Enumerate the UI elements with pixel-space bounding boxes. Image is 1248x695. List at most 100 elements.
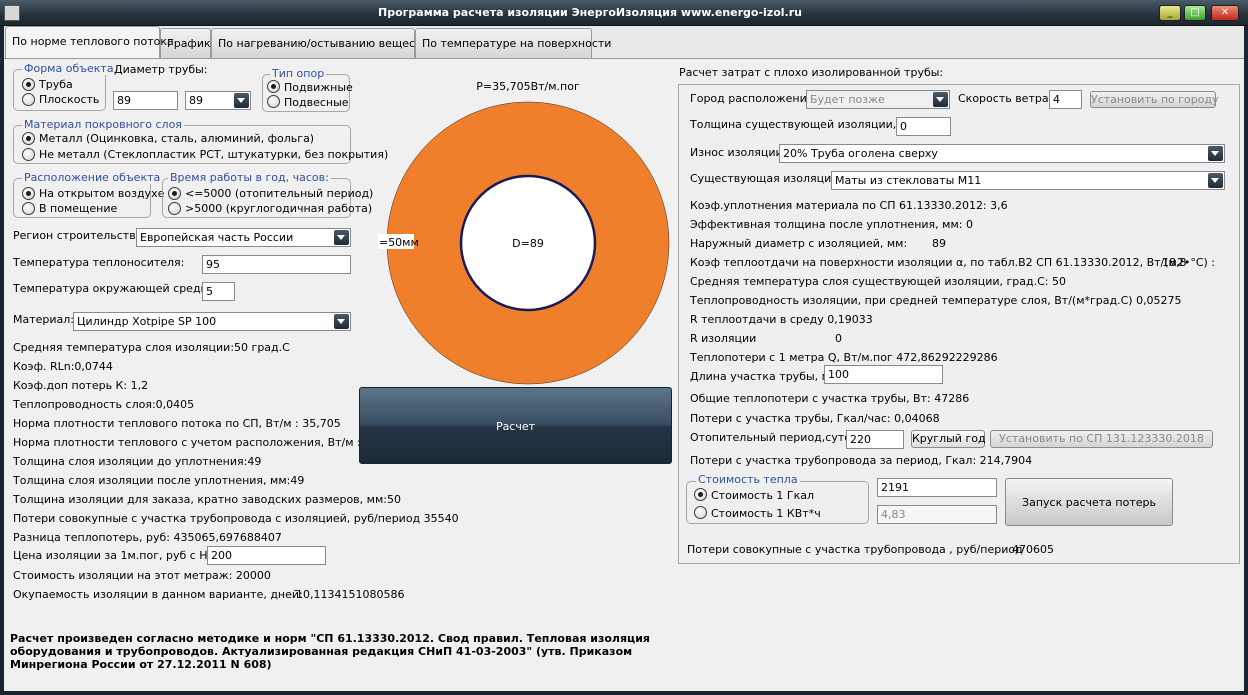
set-by-city-button[interactable]: Установить по городу [1090,91,1219,108]
payback-value: 10,1134151080586 [296,588,405,601]
maximize-button[interactable]: □ [1184,5,1206,21]
heating-period-label: Отопительный период,суток: [690,431,862,444]
info-row: Средняя температура слоя существующей из… [690,275,1066,288]
radio-indoor-label: В помещение [39,202,118,215]
tab-heat-flux-norm[interactable]: По норме теплового потока [5,26,174,58]
result-line: Норма плотности теплового потока по СП, … [13,417,341,430]
radio-movable[interactable] [267,80,280,93]
radio-cost-gcal[interactable] [694,488,707,501]
wear-select[interactable]: 20% Труба оголена сверху [779,144,1225,163]
ambient-temp-input[interactable]: 5 [202,282,235,301]
result-line: Толщина слоя изоляции до уплотнения:49 [13,455,262,468]
wear-label: Износ изоляции: [690,146,787,159]
region-select[interactable]: Европейская часть России [136,228,351,247]
radio-cost-kwh[interactable] [694,506,707,519]
insulation-price-label: Цена изоляции за 1м.пог, руб с НДС: [13,549,228,562]
tab-surface-temperature[interactable]: По температуре на поверхности [415,28,611,58]
result-line: Средняя температура слоя изоляции:50 гра… [13,341,290,354]
location-legend: Расположение объекта [22,171,163,184]
chevron-down-icon [334,230,349,245]
info-row: R теплоотдачи в среду 0,19033 [690,313,873,326]
existing-thickness-input[interactable]: 0 [896,117,951,136]
cost-kwh-input[interactable]: 4,83 [877,505,997,524]
chevron-down-icon [1208,146,1223,161]
heat-cost-legend: Стоимость тепла [696,473,800,486]
info-row: Теплопотери с 1 метра Q, Вт/м.пог 472,86… [690,351,998,364]
work-hours-legend: Время работы в год, часов: [168,171,331,184]
total-loss: Общие теплопотери с участка трубы, Вт: 4… [690,392,970,405]
wear-select-value: 20% Труба оголена сверху [783,147,938,160]
radio-hanging[interactable] [267,95,280,108]
radio-nonmetal-label: Не металл (Стеклопластик РСТ, штукатурки… [39,148,389,161]
material-select[interactable]: Цилиндр Xotpipe SP 100 [73,312,351,331]
pipe-length-label: Длина участка трубы, м: [690,370,834,383]
info-row: Коэф.уплотнения материала по СП 61.13330… [690,199,1008,212]
radio-pipe[interactable] [22,78,35,91]
existing-insulation-label: Существующая изоляция: [690,172,842,185]
insulation-cost: Стоимость изоляции на этот метраж: 20000 [13,569,271,582]
whole-year-button[interactable]: Круглый год [911,430,986,448]
info-row: R изоляции [690,332,757,345]
city-select[interactable]: Будет позже [806,90,950,109]
cost-gcal-input[interactable]: 2191 [877,478,997,497]
info-row: Эффективная толщина после уплотнения, мм… [690,218,973,231]
radio-outdoor-label: На открытом воздухе [39,187,165,200]
radio-pipe-label: Труба [39,78,73,91]
diameter-input[interactable]: 89 [113,91,178,110]
coolant-temp-input[interactable]: 95 [202,255,351,274]
radio-heating-season[interactable] [168,187,181,200]
region-label: Регион строительства: [13,229,147,242]
radio-nonmetal[interactable] [22,148,35,161]
radio-hanging-label: Подвесные [284,96,349,109]
total-pipeline-loss-label: Потери совокупные с участка трубопровода… [687,543,1023,556]
radio-plane[interactable] [22,93,35,106]
existing-insulation-select[interactable]: Маты из стекловаты М11 [831,171,1225,190]
radio-metal[interactable] [22,132,35,145]
radio-heating-season-label: <=5000 (отопительный период) [185,187,374,200]
run-loss-calculation-button[interactable]: Запуск расчета потерь [1005,478,1173,526]
result-line: Потери совокупные с участка трубопровода… [13,512,459,525]
radio-outdoor[interactable] [22,187,35,200]
wind-input[interactable]: 4 [1049,90,1082,109]
total-pipeline-loss-value: 470605 [1012,543,1054,556]
calculate-button[interactable]: Расчет [359,387,672,464]
diameter-label: Диаметр трубы: [114,63,208,76]
wind-label: Скорость ветра: [958,92,1053,105]
info-row: Коэф теплоотдачи на поверхности изоляции… [690,256,1216,269]
existing-thickness-label: Толщина существующей изоляции, мм: [690,118,921,131]
result-line: Разница теплопотерь, руб: 435065,6976884… [13,531,282,544]
payback-label: Окупаемость изоляции в данном варианте, … [13,588,303,601]
result-line: Толщина изоляции для заказа, кратно заво… [13,493,401,506]
diameter-center-label: D=89 [512,237,544,250]
period-loss: Потери с участка трубопровода за период,… [690,454,1033,467]
ambient-temp-label: Температура окружающей среды: [13,282,213,295]
city-select-value: Будет позже [810,93,885,106]
close-button[interactable]: ✕ [1211,5,1239,21]
result-line: Норма плотности теплового с учетом распо… [13,436,403,449]
pipe-length-input[interactable]: 100 [824,365,943,384]
radio-year-round-label: >5000 (круглогодичная работа) [185,202,373,215]
tab-heating-cooling[interactable]: По нагреванию/остыванию вещества [211,28,435,58]
radio-cost-gcal-label: Стоимость 1 Гкал [711,489,815,502]
radio-plane-label: Плоскость [39,93,100,106]
info-row: Теплопроводность изоляции, при средней т… [690,294,1182,307]
result-line: Теплопроводность слоя:0,0405 [13,398,195,411]
minimize-button[interactable]: _ [1159,5,1181,21]
result-line: Коэф.доп потерь К: 1,2 [13,379,149,392]
cover-material-legend: Материал покровного слоя [22,118,184,131]
outer-diameter-value: 89 [932,237,946,250]
set-by-sp-button[interactable]: Установить по СП 131.123330.2018 [990,430,1213,448]
city-label: Город расположения: [690,92,818,105]
radio-metal-label: Металл (Оцинковка, сталь, алюминий, фоль… [39,132,315,145]
heating-period-input[interactable]: 220 [846,430,904,449]
object-form-legend: Форма объекта [22,62,116,75]
diameter-select[interactable]: 89 [185,91,251,110]
insulation-price-input[interactable]: 200 [207,546,326,565]
result-line: Коэф. RLn:0,0744 [13,360,113,373]
thickness-label: h=50мм [378,236,419,249]
alpha-value: 18,8 [1162,256,1187,269]
radio-cost-kwh-label: Стоимость 1 КВт*ч [711,507,821,520]
material-label: Материал: [13,313,75,326]
radio-indoor[interactable] [22,202,35,215]
radio-year-round[interactable] [168,202,181,215]
